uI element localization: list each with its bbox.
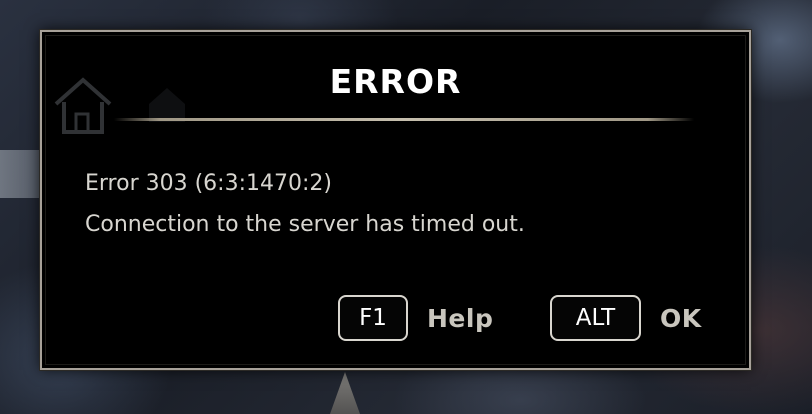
ok-button[interactable]: ALT OK bbox=[550, 294, 702, 342]
f1-keycap[interactable]: F1 bbox=[338, 295, 408, 341]
background-ui-bar bbox=[0, 150, 40, 198]
alt-keycap[interactable]: ALT bbox=[550, 295, 641, 341]
error-code-text: Error 303 (6:3:1470:2) bbox=[85, 171, 332, 196]
ok-label[interactable]: OK bbox=[660, 304, 702, 333]
dialog-title: ERROR bbox=[329, 62, 462, 101]
error-message-text: Connection to the server has timed out. bbox=[85, 212, 525, 237]
error-dialog: ERROR Error 303 (6:3:1470:2) Connection … bbox=[40, 30, 751, 370]
title-divider bbox=[114, 118, 694, 121]
background-spire bbox=[330, 372, 360, 414]
help-label[interactable]: Help bbox=[427, 304, 493, 333]
help-button[interactable]: F1 Help bbox=[338, 294, 493, 342]
